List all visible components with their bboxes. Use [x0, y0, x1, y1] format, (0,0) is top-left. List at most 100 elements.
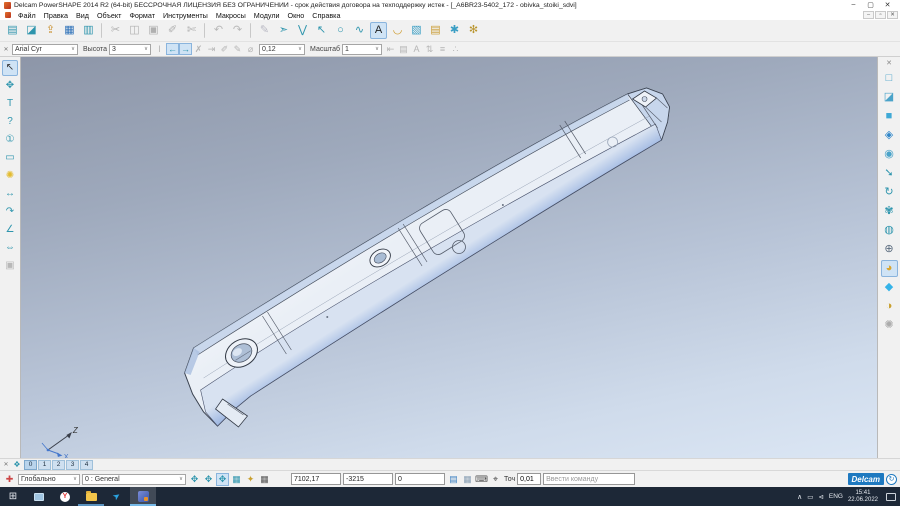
- visibility-bulb-icon[interactable]: ✺: [881, 317, 898, 334]
- close-icon[interactable]: ✕: [881, 59, 898, 68]
- level-tab-4[interactable]: 4: [80, 460, 93, 470]
- dynamic-section-icon[interactable]: ◆: [881, 279, 898, 296]
- solid-icon[interactable]: ▧: [408, 22, 425, 39]
- diameter-icon[interactable]: ⌀: [244, 43, 257, 55]
- char-map-icon[interactable]: А: [410, 43, 423, 55]
- text-path-icon[interactable]: ⇥: [205, 43, 218, 55]
- menu-view[interactable]: Вид: [72, 11, 93, 20]
- zoom-window-icon[interactable]: ◍: [881, 222, 898, 239]
- calculator-icon[interactable]: ▦: [461, 473, 474, 486]
- query-icon[interactable]: ?: [2, 114, 18, 130]
- menu-window[interactable]: Окно: [284, 11, 309, 20]
- globe-wireframe-icon[interactable]: ⊕: [881, 241, 898, 258]
- zoom-full-icon[interactable]: ➘: [881, 165, 898, 182]
- iso-view-icon[interactable]: ◈: [881, 127, 898, 144]
- zoom-gear-icon[interactable]: ✾: [881, 203, 898, 220]
- wizard-wand-icon[interactable]: ✻: [465, 22, 482, 39]
- viewport-3d[interactable]: Z X: [20, 57, 878, 458]
- level-tab-0[interactable]: 0: [24, 460, 37, 470]
- tray-display-icon[interactable]: ▭: [807, 493, 813, 501]
- curve-icon[interactable]: ∿: [351, 22, 368, 39]
- pen-icon[interactable]: ✐: [218, 43, 231, 55]
- x-coordinate-field[interactable]: [291, 473, 341, 485]
- notification-center-icon[interactable]: [886, 493, 896, 501]
- tolerance-field[interactable]: [517, 473, 541, 485]
- keyboard-icon[interactable]: ⌨: [475, 473, 488, 486]
- dim-radial-icon[interactable]: ↷: [2, 204, 18, 220]
- trim-icon[interactable]: ✐: [164, 22, 181, 39]
- mirror-text-icon[interactable]: ✗: [192, 43, 205, 55]
- taskbar-app-telegram[interactable]: ➤: [104, 487, 130, 506]
- polyline-icon[interactable]: ⋁: [294, 22, 311, 39]
- align-right-icon[interactable]: →: [179, 43, 192, 55]
- menu-help[interactable]: Справка: [308, 11, 344, 20]
- levels-close-icon[interactable]: ✕: [2, 461, 10, 468]
- circle-icon[interactable]: ○: [332, 22, 349, 39]
- start-button[interactable]: ⊞: [0, 487, 26, 506]
- rotate-view-icon[interactable]: ↻: [881, 184, 898, 201]
- font-select[interactable]: Arial Cyr ∨: [12, 44, 78, 55]
- dim-linear-icon[interactable]: ↔: [2, 186, 18, 202]
- cut-icon[interactable]: ✂: [107, 22, 124, 39]
- dim-parallel-icon[interactable]: ⇔: [2, 240, 18, 256]
- taskbar-app-yandex[interactable]: Y: [52, 487, 78, 506]
- level-tab-3[interactable]: 3: [66, 460, 79, 470]
- y-coordinate-field[interactable]: [343, 473, 393, 485]
- taskbar-app-monitor[interactable]: [26, 487, 52, 506]
- pen-edit-icon[interactable]: ✎: [231, 43, 244, 55]
- text-edit-icon[interactable]: T: [2, 96, 18, 112]
- move-object-icon[interactable]: ✥: [2, 78, 18, 94]
- taskbar-app-powershape[interactable]: [130, 487, 156, 506]
- ruler-icon[interactable]: ▭: [2, 150, 18, 166]
- mdi-restore-button[interactable]: ▫: [875, 11, 886, 19]
- maximize-button[interactable]: ▢: [862, 1, 879, 9]
- paste-icon[interactable]: ▣: [145, 22, 162, 39]
- workplane-lock-icon[interactable]: ▦: [230, 473, 243, 486]
- save-icon[interactable]: ▦: [61, 22, 78, 39]
- workspace-select[interactable]: Глобально ∨: [18, 474, 80, 485]
- workplane-new-icon[interactable]: ✥: [202, 473, 215, 486]
- delete-icon[interactable]: ✄: [183, 22, 200, 39]
- dim-angle-icon[interactable]: ∠: [2, 222, 18, 238]
- text-height-select[interactable]: 3 ∨: [109, 44, 151, 55]
- text-icon[interactable]: A: [370, 22, 387, 39]
- laminate-icon[interactable]: ▤: [427, 22, 444, 39]
- tray-mute-icon[interactable]: ⊲: [818, 493, 823, 501]
- align-left-icon[interactable]: ←: [166, 43, 179, 55]
- tray-chevron-icon[interactable]: ∧: [797, 493, 802, 501]
- menu-object[interactable]: Объект: [93, 11, 125, 20]
- copy-icon[interactable]: ◫: [126, 22, 143, 39]
- workplane-icon[interactable]: ✚: [3, 473, 16, 486]
- shadow-render-icon[interactable]: ◑: [881, 298, 898, 315]
- camera-view-icon[interactable]: ◉: [881, 146, 898, 163]
- wireframe-view-icon[interactable]: □: [881, 70, 898, 87]
- import-icon[interactable]: ⇪: [42, 22, 59, 39]
- scale-select[interactable]: 1 ∨: [342, 44, 382, 55]
- menu-tools[interactable]: Инструменты: [159, 11, 212, 20]
- minimize-button[interactable]: –: [845, 1, 862, 9]
- shaded-view-icon[interactable]: ■: [881, 108, 898, 125]
- redo-icon[interactable]: ↷: [229, 22, 246, 39]
- workplane-active-icon[interactable]: ✥: [216, 473, 229, 486]
- new-file-icon[interactable]: ▤: [4, 22, 21, 39]
- style-brush-icon[interactable]: ➣: [275, 22, 292, 39]
- level-tab-1[interactable]: 1: [38, 460, 51, 470]
- annotate-pencil-icon[interactable]: ✎: [256, 22, 273, 39]
- menu-edit[interactable]: Правка: [40, 11, 72, 20]
- render-shaded-icon[interactable]: ◕: [881, 260, 898, 277]
- level-tab-2[interactable]: 2: [52, 460, 65, 470]
- taskbar-app-explorer[interactable]: [78, 487, 104, 506]
- close-button[interactable]: ✕: [879, 1, 896, 9]
- italic-icon[interactable]: I: [153, 43, 166, 55]
- position-icon[interactable]: ⌖: [489, 473, 502, 486]
- command-input[interactable]: [543, 473, 635, 485]
- grid-snap-icon[interactable]: ▣: [2, 258, 18, 274]
- menu-macros[interactable]: Макросы: [212, 11, 250, 20]
- dots-icon[interactable]: ∴: [449, 43, 462, 55]
- kerning-icon[interactable]: ⇤: [384, 43, 397, 55]
- snap-sparkle-icon[interactable]: ✦: [244, 473, 257, 486]
- list-icon[interactable]: ≡: [436, 43, 449, 55]
- toolbar-close-icon[interactable]: ✕: [2, 46, 10, 53]
- table-icon[interactable]: ▤: [397, 43, 410, 55]
- bulb-icon[interactable]: ✺: [2, 168, 18, 184]
